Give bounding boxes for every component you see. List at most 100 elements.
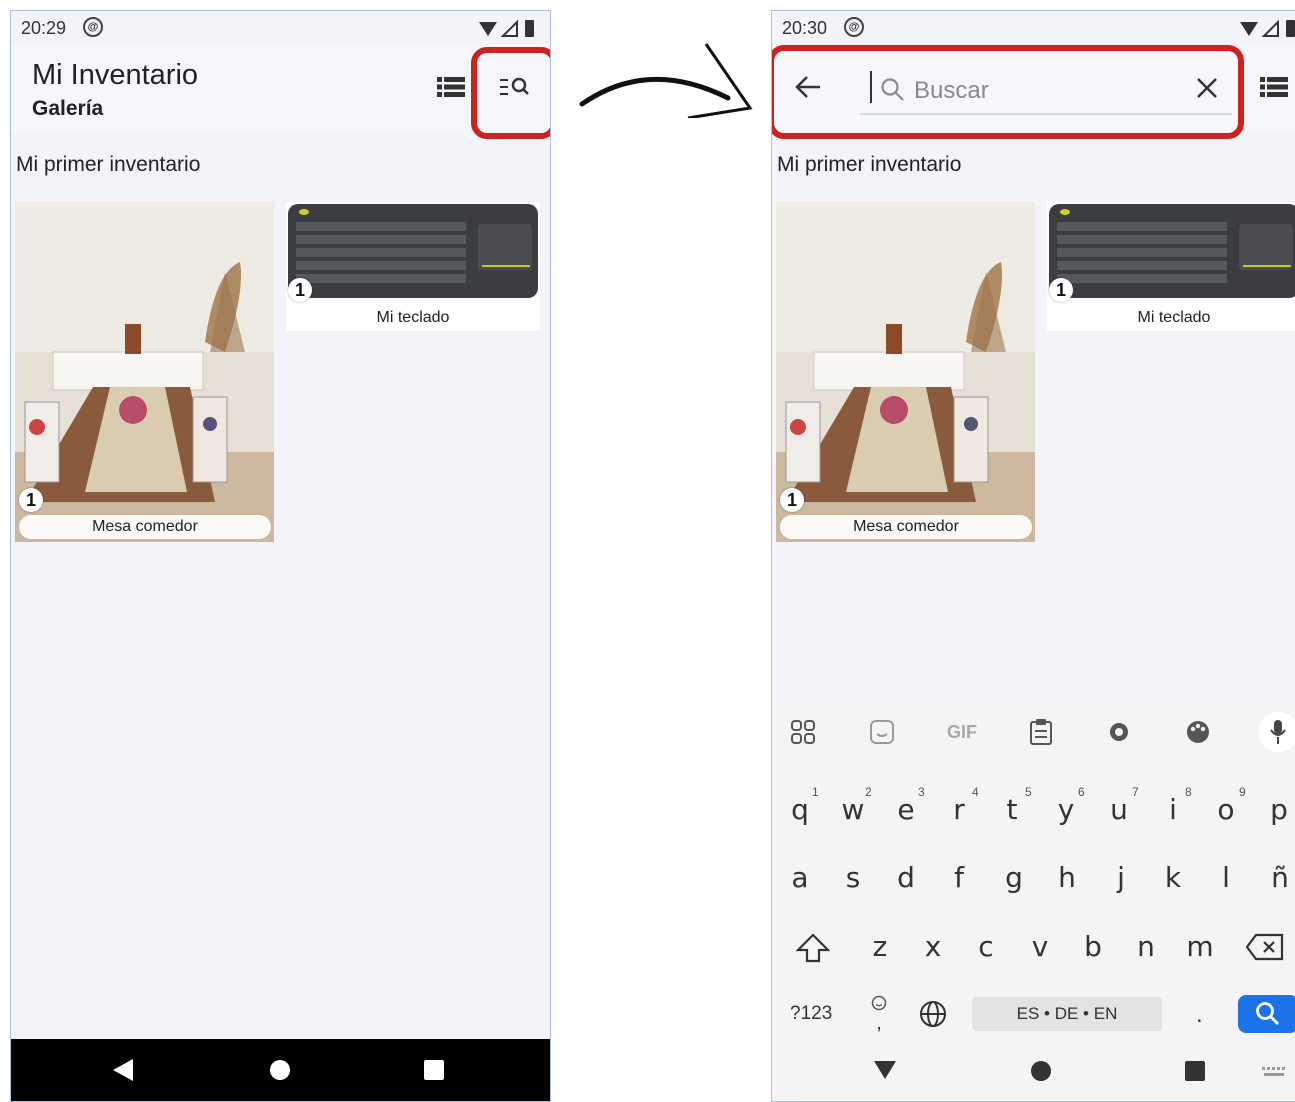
- key-j[interactable]: j: [1101, 861, 1141, 894]
- sync-icon: @: [83, 17, 103, 37]
- keyboard-toolbar: GIF: [772, 701, 1295, 763]
- list-view-icon: [1260, 77, 1288, 97]
- status-bar: 20:30 @: [772, 11, 1295, 45]
- key-hint: 4: [972, 785, 979, 799]
- wifi-icon: [479, 22, 497, 36]
- key-l[interactable]: l: [1206, 861, 1246, 894]
- list-view-icon: [437, 77, 465, 97]
- item-count-badge: 1: [780, 488, 804, 512]
- key-hint: 2: [865, 785, 872, 799]
- on-screen-keyboard: GIF q w e r t y u i o p 1 2 3 4 5 6 7 8 …: [772, 701, 1295, 1101]
- app-title: Mi Inventario: [32, 59, 199, 91]
- emoji-icon: [871, 995, 887, 1011]
- transition-arrow: [579, 43, 753, 118]
- system-status-icons: [1240, 19, 1295, 37]
- key-hint: 6: [1078, 785, 1085, 799]
- apps-icon[interactable]: [786, 715, 820, 749]
- key-x[interactable]: x: [913, 930, 953, 963]
- highlight-search-bar: [772, 45, 1244, 139]
- inventory-section-title: Mi primer inventario: [777, 153, 962, 176]
- shift-icon: [795, 933, 831, 963]
- home-nav-icon: [1031, 1061, 1051, 1081]
- item-count-badge: 1: [288, 278, 312, 302]
- wifi-icon: [1240, 22, 1258, 36]
- phone-screen-after: 20:30 @ Buscar Mi primer inventario 1 Me…: [771, 10, 1295, 1102]
- item-card-mesa-comedor[interactable]: 1 Mesa comedor: [776, 202, 1035, 542]
- key-a[interactable]: a: [780, 861, 820, 894]
- keyboard-switch-icon: [1262, 1067, 1285, 1076]
- battery-icon: [1286, 20, 1295, 37]
- signal-icon: [1261, 19, 1279, 37]
- key-n[interactable]: n: [1126, 930, 1166, 963]
- item-caption: Mi teclado: [1047, 306, 1295, 330]
- inventory-section-title: Mi primer inventario: [16, 153, 201, 176]
- key-k[interactable]: k: [1153, 861, 1193, 894]
- symbols-key[interactable]: ?123: [790, 1003, 832, 1025]
- palette-icon[interactable]: [1181, 715, 1215, 749]
- key-hint: 5: [1025, 785, 1032, 799]
- key-p[interactable]: p: [1259, 793, 1295, 826]
- clipboard-icon[interactable]: [1024, 715, 1058, 749]
- item-caption: Mesa comedor: [19, 515, 271, 539]
- system-status-icons: [479, 19, 534, 37]
- mic-icon[interactable]: [1258, 712, 1295, 752]
- key-v[interactable]: v: [1020, 930, 1060, 963]
- shift-key[interactable]: [795, 933, 831, 968]
- key-g[interactable]: g: [994, 861, 1034, 894]
- key-hint: 9: [1239, 785, 1246, 799]
- item-photo: [288, 204, 538, 298]
- item-card-mi-teclado[interactable]: 1 Mi teclado: [1047, 202, 1295, 331]
- comma-key-label: ,: [876, 1012, 882, 1034]
- item-photo: [15, 202, 274, 542]
- app-bar: Mi Inventario Galería: [11, 45, 550, 133]
- language-key[interactable]: [918, 999, 948, 1034]
- key-f[interactable]: f: [939, 861, 979, 894]
- search-submit-key[interactable]: [1238, 995, 1295, 1033]
- navigation-bar: [11, 1039, 550, 1101]
- key-d[interactable]: d: [886, 861, 926, 894]
- key-z[interactable]: z: [860, 930, 900, 963]
- emoji-comma-key[interactable]: ,: [870, 995, 888, 1034]
- signal-icon: [500, 19, 518, 37]
- item-count-badge: 1: [1049, 278, 1073, 302]
- recents-nav-icon: [1185, 1061, 1205, 1081]
- key-ntilde[interactable]: ñ: [1260, 861, 1295, 894]
- period-key[interactable]: .: [1196, 1001, 1203, 1029]
- hide-keyboard-icon: [874, 1061, 896, 1079]
- key-hint: 1: [812, 785, 819, 799]
- key-hint: 7: [1132, 785, 1139, 799]
- list-view-button[interactable]: [1254, 67, 1294, 107]
- status-bar: 20:29 @: [11, 11, 550, 45]
- sticker-icon[interactable]: [865, 715, 899, 749]
- home-nav-icon: [270, 1060, 290, 1080]
- highlight-search-button: [471, 47, 550, 139]
- sync-icon: @: [844, 17, 864, 37]
- phone-screen-before: 20:29 @ Mi Inventario Galería Mi primer …: [10, 10, 551, 1102]
- battery-icon: [525, 20, 534, 37]
- back-nav-icon: [113, 1059, 133, 1081]
- gif-button[interactable]: GIF: [942, 715, 982, 749]
- backspace-icon: [1245, 933, 1284, 961]
- item-count-badge: 1: [19, 488, 43, 512]
- key-m[interactable]: m: [1180, 930, 1220, 963]
- app-subtitle: Galería: [32, 97, 104, 120]
- item-card-mesa-comedor[interactable]: 1 Mesa comedor: [15, 202, 274, 542]
- settings-icon[interactable]: [1102, 715, 1136, 749]
- status-time: 20:30: [782, 18, 828, 38]
- backspace-key[interactable]: [1245, 933, 1284, 966]
- list-view-button[interactable]: [431, 67, 471, 107]
- globe-icon: [920, 1001, 946, 1027]
- key-h[interactable]: h: [1047, 861, 1087, 894]
- item-photo: [1049, 204, 1295, 298]
- key-c[interactable]: c: [966, 930, 1006, 963]
- recents-nav-icon: [424, 1060, 444, 1080]
- item-caption: Mi teclado: [286, 306, 540, 330]
- item-photo: [776, 202, 1035, 542]
- key-b[interactable]: b: [1073, 930, 1113, 963]
- key-s[interactable]: s: [833, 861, 873, 894]
- item-card-mi-teclado[interactable]: 1 Mi teclado: [286, 202, 540, 331]
- key-hint: 3: [918, 785, 925, 799]
- key-hint: 8: [1185, 785, 1192, 799]
- status-time: 20:29: [21, 18, 67, 38]
- space-key[interactable]: ES • DE • EN: [972, 997, 1162, 1031]
